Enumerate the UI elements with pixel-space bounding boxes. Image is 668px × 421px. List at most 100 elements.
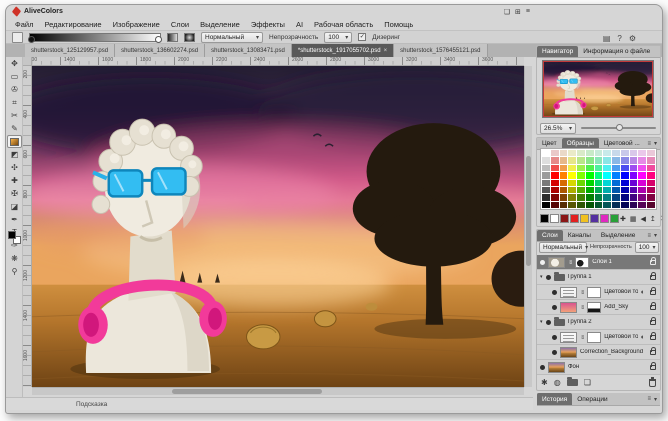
swatch-grid[interactable] <box>540 148 657 210</box>
layer-visibility-icon[interactable] <box>552 350 557 355</box>
color-swatch[interactable] <box>577 157 585 163</box>
quick-swatch[interactable] <box>560 214 569 223</box>
document-tab-2[interactable]: shutterstock_13083471.psd <box>205 44 292 57</box>
menu-item-1[interactable]: Редактирование <box>44 20 101 29</box>
color-swatch[interactable] <box>551 172 559 178</box>
color-swatch[interactable] <box>586 165 594 171</box>
color-swatch[interactable] <box>621 165 629 171</box>
color-swatch[interactable] <box>638 157 646 163</box>
color-swatch[interactable] <box>630 165 638 171</box>
layer-row-image[interactable]: ∞Слой 1 <box>537 255 660 270</box>
color-swatch[interactable] <box>647 194 655 200</box>
lock-icon[interactable] <box>650 290 656 295</box>
layer-visibility-icon[interactable] <box>552 290 557 295</box>
tab-list-icon[interactable]: ≡ <box>526 8 530 15</box>
chameleon-tool[interactable]: ✠ <box>7 187 22 200</box>
gray-swatch[interactable] <box>542 172 550 178</box>
color-swatch[interactable] <box>560 172 568 178</box>
new-document-icon[interactable]: ❏ <box>504 8 510 16</box>
linear-gradient-icon[interactable] <box>167 33 178 42</box>
document-tab-0[interactable]: shutterstock_125129957.psd <box>25 44 115 57</box>
color-swatch[interactable] <box>577 165 585 171</box>
new-layer-icon[interactable]: ❏ <box>584 378 591 387</box>
gradient-tool[interactable] <box>7 135 22 148</box>
menu-item-7[interactable]: Рабочая область <box>314 20 373 29</box>
color-swatch[interactable] <box>568 180 576 186</box>
color-swatch[interactable] <box>595 202 603 208</box>
horizontal-scrollbar[interactable] <box>32 387 524 395</box>
panel-collapse-icon[interactable]: ▾ <box>654 396 657 403</box>
gray-swatch[interactable] <box>542 180 550 186</box>
color-swatch[interactable] <box>595 150 603 156</box>
color-swatch[interactable] <box>586 150 594 156</box>
new-group-icon[interactable] <box>567 379 578 386</box>
color-swatch[interactable] <box>603 157 611 163</box>
color-swatch[interactable] <box>630 194 638 200</box>
quick-swatch[interactable] <box>590 214 599 223</box>
color-swatch[interactable] <box>568 202 576 208</box>
color-swatch[interactable] <box>560 165 568 171</box>
color-swatch[interactable] <box>568 165 576 171</box>
panel-list-icon[interactable]: ≡ <box>647 396 651 402</box>
color-swatch[interactable] <box>638 150 646 156</box>
color-swatch[interactable] <box>603 202 611 208</box>
color-swatch[interactable] <box>586 157 594 163</box>
panel-list-icon[interactable]: ≡ <box>647 141 651 147</box>
quick-swatch[interactable] <box>600 214 609 223</box>
color-swatch[interactable] <box>638 202 646 208</box>
color-swatch[interactable] <box>638 172 646 178</box>
marquee-tool[interactable]: ▭ <box>7 70 22 83</box>
layer-mask-thumbnail[interactable] <box>587 287 601 298</box>
color-swatch[interactable] <box>568 187 576 193</box>
color-swatch[interactable] <box>586 202 594 208</box>
quick-swatch[interactable] <box>610 214 619 223</box>
color-swatch[interactable] <box>551 157 559 163</box>
color-swatch[interactable] <box>595 172 603 178</box>
color-swatch[interactable] <box>638 165 646 171</box>
layer-mask-thumbnail[interactable] <box>575 257 589 268</box>
color-swatch[interactable] <box>568 150 576 156</box>
previous-colors-icon[interactable]: ◀ <box>641 215 646 223</box>
tool-preset-box[interactable] <box>12 32 23 43</box>
delete-layer-icon[interactable] <box>649 379 656 387</box>
color-swatch[interactable] <box>551 180 559 186</box>
layer-mask-thumbnail[interactable] <box>587 302 601 313</box>
color-swatch[interactable] <box>612 150 620 156</box>
zoom-slider-knob[interactable] <box>616 124 623 131</box>
vertical-scrollbar[interactable] <box>524 66 532 387</box>
color-swatch[interactable] <box>586 187 594 193</box>
color-swatch[interactable] <box>551 150 559 156</box>
move-tool[interactable]: ✥ <box>7 57 22 70</box>
color-swatch[interactable] <box>577 172 585 178</box>
lock-icon[interactable] <box>650 305 656 310</box>
layer-thumbnail[interactable] <box>548 257 565 268</box>
color-swatch[interactable] <box>560 157 568 163</box>
color-swatch[interactable] <box>621 180 629 186</box>
quick-swatch[interactable] <box>570 214 579 223</box>
tab-navigator-1[interactable]: Информация о файле <box>578 46 655 57</box>
color-swatch[interactable] <box>621 150 629 156</box>
layer-visibility-icon[interactable] <box>540 260 545 265</box>
vertical-scroll-thumb[interactable] <box>526 156 531 266</box>
document-tab-4[interactable]: shutterstock_1576455121.psd <box>394 44 487 57</box>
tab-layers-0[interactable]: Слои <box>537 230 563 241</box>
fill-tool[interactable]: ◩ <box>7 148 22 161</box>
tab-navigator-0[interactable]: Навигатор <box>537 46 578 57</box>
group-expand-icon[interactable]: ▾ <box>540 319 543 325</box>
lasso-tool[interactable]: ✇ <box>7 83 22 96</box>
adjustment-thumbnail[interactable] <box>560 332 577 343</box>
layer-thumbnail[interactable] <box>560 347 577 358</box>
tab-history-1[interactable]: Операции <box>572 393 612 405</box>
quick-swatch[interactable] <box>540 214 549 223</box>
lock-icon[interactable] <box>650 365 656 370</box>
color-swatch[interactable] <box>621 194 629 200</box>
color-swatch[interactable] <box>621 187 629 193</box>
color-swatch[interactable] <box>630 157 638 163</box>
color-swatch[interactable] <box>586 172 594 178</box>
lock-icon[interactable] <box>650 320 656 325</box>
color-swatch[interactable] <box>586 180 594 186</box>
color-swatch[interactable] <box>577 194 585 200</box>
gray-swatch[interactable] <box>542 165 550 171</box>
color-swatch[interactable] <box>638 187 646 193</box>
dither-checkbox[interactable]: ✓ <box>358 33 366 41</box>
